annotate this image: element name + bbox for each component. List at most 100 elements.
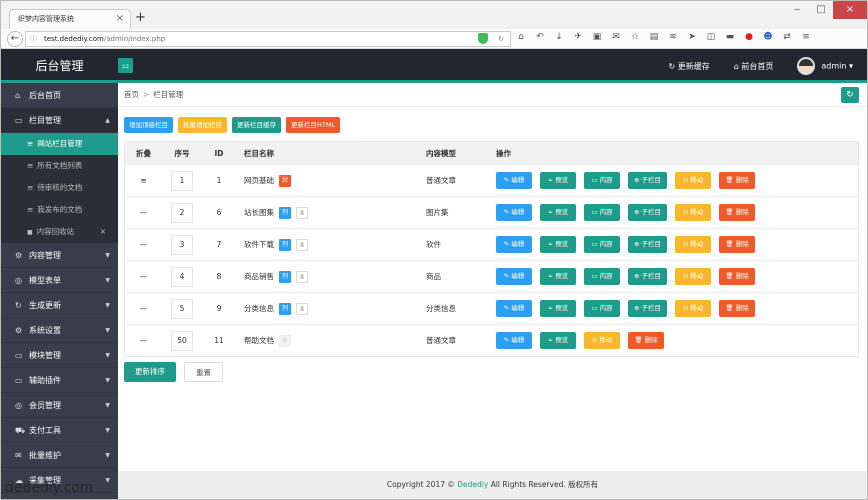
sidebar-subitem-column-manage[interactable]: ≡网站栏目管理 [1,133,118,155]
sidebar-item-generate[interactable]: ↻生成更新▼ [1,293,118,318]
preview-button[interactable]: ➢ 预览 [540,300,576,317]
user-menu[interactable]: admin ▾ [797,57,853,75]
sub-button[interactable]: ⊕ 子栏目 [628,300,667,317]
edit-button[interactable]: ✎ 编辑 [496,332,532,349]
sidebar-icon[interactable]: ◫ [705,32,717,42]
order-input[interactable]: 50 [171,331,193,351]
menu-icon[interactable]: ≡ [800,32,812,42]
move-button[interactable]: ⊙ 移动 [675,172,711,189]
content-button[interactable]: ▭ 内容 [584,300,620,317]
column-name[interactable]: 分类信息 [244,303,274,314]
content-button[interactable]: ▭ 内容 [584,172,620,189]
delete-button[interactable]: 🗑 删除 [719,204,755,221]
delete-button[interactable]: 🗑 删除 [719,172,755,189]
update-order-button[interactable]: 更新排序 [124,362,176,382]
bird-icon[interactable]: ✈ [572,32,584,42]
column-name[interactable]: 帮助文档 [244,335,274,346]
screenshot-icon[interactable]: ▣ [591,32,603,42]
content-button[interactable]: ▭ 内容 [584,268,620,285]
column-name[interactable]: 软件下载 [244,239,274,250]
minimize-button[interactable]: ‒ [785,1,809,19]
clipboard-icon[interactable]: ▤ [648,32,660,42]
move-button[interactable]: ⊙ 移动 [675,236,711,253]
browser-tab[interactable]: 织梦内容管理系统 × [9,9,131,29]
sidebar-item-model-forms[interactable]: ◎模型表单▼ [1,268,118,293]
add-top-column-button[interactable]: 增加顶级栏目 [124,117,173,133]
bookmark-star-icon[interactable]: ☆ [629,32,641,42]
back-button[interactable]: ← [7,31,23,47]
move-button[interactable]: ⊙ 移动 [675,268,711,285]
sub-button[interactable]: ⊕ 子栏目 [628,204,667,221]
close-icon[interactable]: × [100,221,106,243]
home-icon[interactable]: ⌂ [515,32,527,42]
column-name[interactable]: 站长图集 [244,207,274,218]
delete-button[interactable]: 🗑 删除 [628,332,664,349]
refresh-button[interactable]: ↻ [841,87,859,103]
sidebar-item-plugins[interactable]: ▭辅助插件▼ [1,368,118,393]
sidebar-item-members[interactable]: ◎会员管理▼ [1,393,118,418]
window-close-button[interactable]: × [833,1,867,19]
extension-icon[interactable]: ☻ [762,32,774,42]
sub-button[interactable]: ⊕ 子栏目 [628,236,667,253]
order-input[interactable]: 3 [171,235,193,255]
fold-toggle[interactable]: — [125,208,162,217]
sub-button[interactable]: ⊕ 子栏目 [628,172,667,189]
delete-button[interactable]: 🗑 删除 [719,236,755,253]
rss-icon[interactable]: ≋ [667,32,679,42]
address-bar[interactable]: ⓘ test.dedediy.com/admin/index.php ↻ [25,31,511,47]
maximize-button[interactable]: □ [809,1,833,19]
fold-toggle[interactable]: — [125,336,162,345]
preview-button[interactable]: ➢ 预览 [540,204,576,221]
breadcrumb-home[interactable]: 首页 [124,90,139,99]
undo-icon[interactable]: ↶ [534,32,546,42]
fold-toggle[interactable]: — [125,272,162,281]
preview-button[interactable]: ➢ 预览 [540,332,576,349]
tools-icon[interactable]: ⇄ [781,32,793,42]
content-button[interactable]: ▭ 内容 [584,236,620,253]
sidebar-item-payment[interactable]: ⛟支付工具▼ [1,418,118,443]
update-cache-link[interactable]: ↻ 更新缓存 [668,61,709,72]
sidebar-item-modules[interactable]: ▭模块管理▼ [1,343,118,368]
fold-toggle[interactable]: — [125,240,162,249]
sidebar-subitem-recycle[interactable]: ■内容回收站× [1,221,118,243]
sidebar-subitem-pending-docs[interactable]: ≡待审核的文档 [1,177,118,199]
reload-icon[interactable]: ↻ [498,32,504,46]
order-input[interactable]: 4 [171,267,193,287]
sidebar-item-batch[interactable]: ✉批量维护▼ [1,443,118,468]
edit-button[interactable]: ✎ 编辑 [496,204,532,221]
edit-button[interactable]: ✎ 编辑 [496,268,532,285]
order-input[interactable]: 1 [171,171,193,191]
send-icon[interactable]: ➤ [686,32,698,42]
reset-button[interactable]: 重置 [184,362,223,382]
column-name[interactable]: 商品销售 [244,271,274,282]
shield-icon[interactable] [478,33,488,44]
sidebar-subitem-all-docs[interactable]: ≡所有文档列表 [1,155,118,177]
fold-toggle[interactable]: — [125,304,162,313]
update-column-html-button[interactable]: 更新栏目HTML [286,117,340,133]
move-button[interactable]: ⊙ 移动 [675,204,711,221]
move-button[interactable]: ⊙ 移动 [675,300,711,317]
fold-toggle[interactable]: ≡ [125,176,162,185]
folder-icon[interactable]: ▬ [724,32,736,42]
column-name[interactable]: 网页基础 [244,175,274,186]
batch-add-column-button[interactable]: 批量增加栏目 [178,117,227,133]
menu-toggle-icon[interactable]: ⚏ [118,58,133,73]
new-tab-button[interactable]: + [135,10,146,25]
mail-icon[interactable]: ✉ [610,32,622,42]
order-input[interactable]: 5 [171,299,193,319]
content-button[interactable]: ▭ 内容 [584,204,620,221]
sub-button[interactable]: ⊕ 子栏目 [628,268,667,285]
sidebar-item-columns[interactable]: ▭栏目管理▲ [1,108,118,133]
sidebar-subitem-my-docs[interactable]: ≡我发布的文档 [1,199,118,221]
adblock-icon[interactable]: ● [743,32,755,42]
download-icon[interactable]: ↓ [553,32,565,42]
frontend-home-link[interactable]: ⌂ 前台首页 [734,61,774,72]
sidebar-item-settings[interactable]: ⚙系统设置▼ [1,318,118,343]
order-input[interactable]: 2 [171,203,193,223]
tab-close-icon[interactable]: × [116,13,124,24]
edit-button[interactable]: ✎ 编辑 [496,300,532,317]
sidebar-item-content[interactable]: ⚙内容管理▼ [1,243,118,268]
edit-button[interactable]: ✎ 编辑 [496,236,532,253]
info-icon[interactable]: ⓘ [30,32,37,46]
footer-link[interactable]: Dedediy [457,480,488,489]
